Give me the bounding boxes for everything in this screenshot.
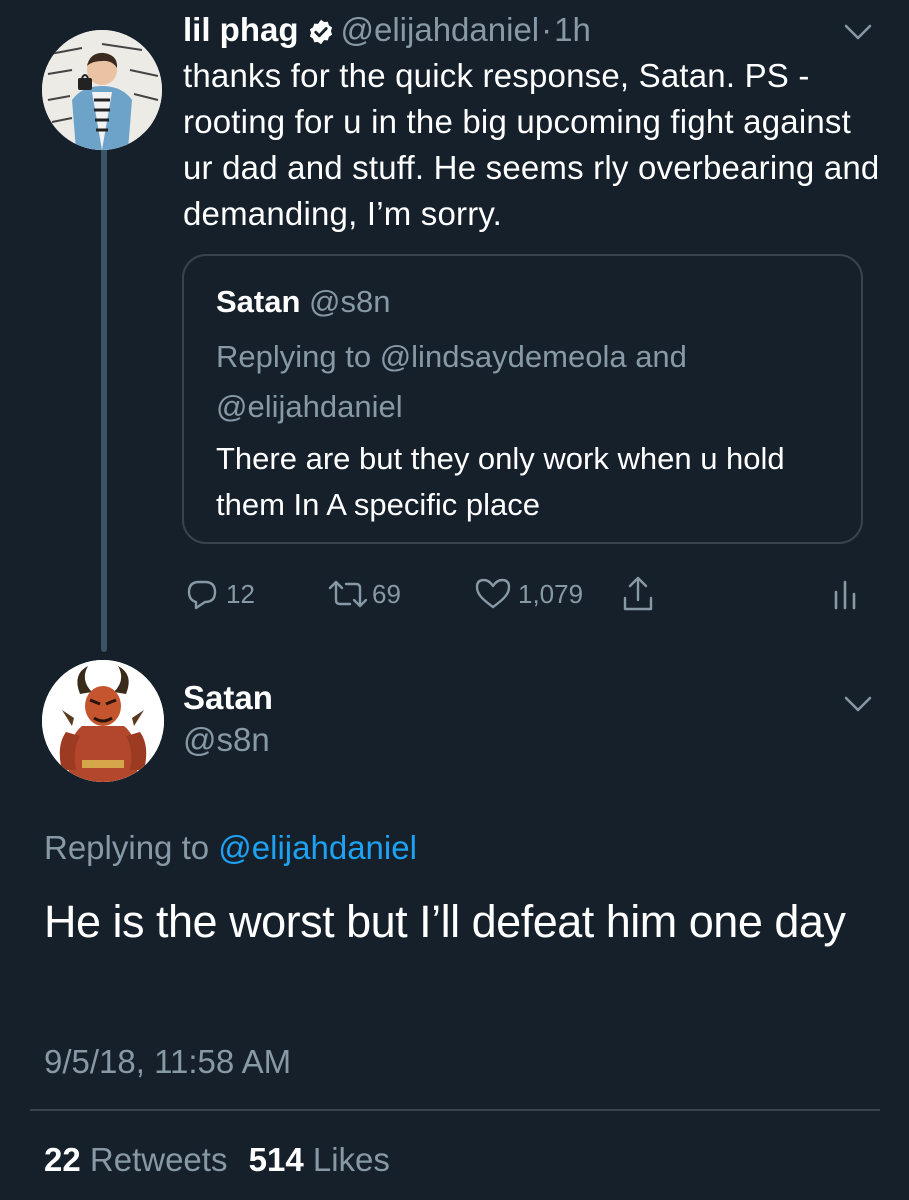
lil-phag-avatar[interactable] xyxy=(42,30,162,150)
quoted-tweet-header: Satan @s8n xyxy=(216,282,391,322)
tweet1-author-name[interactable]: lil phag xyxy=(183,11,299,48)
likes-stat[interactable]: 514 Likes xyxy=(249,1141,390,1178)
tweet2-replying-prefix: Replying to xyxy=(44,829,210,866)
tweet1-chevron-down-icon[interactable] xyxy=(843,22,873,42)
tweet2-replying-to: Replying to @elijahdaniel xyxy=(44,826,417,870)
reply-button[interactable]: 12 xyxy=(184,574,255,614)
retweets-count: 22 xyxy=(44,1141,81,1178)
tweet2-replying-handle-link[interactable]: @elijahdaniel xyxy=(218,829,417,866)
analytics-button[interactable] xyxy=(830,574,860,614)
tweet1-header: lil phag @elijahdaniel·1h xyxy=(183,10,591,55)
tweet1-separator: · xyxy=(541,11,553,48)
quoted-tweet-card[interactable]: Satan @s8n Replying to @lindsaydemeola a… xyxy=(182,254,863,544)
quoted-author-name: Satan xyxy=(216,284,301,319)
retweet-count: 69 xyxy=(372,578,401,609)
like-button[interactable]: 1,079 xyxy=(474,574,583,614)
analytics-icon xyxy=(830,576,860,612)
retweet-icon xyxy=(326,576,370,612)
like-count: 1,079 xyxy=(518,578,584,609)
verified-badge-icon xyxy=(307,15,335,55)
quoted-replying-to: Replying to @lindsaydemeola and @elijahd… xyxy=(216,339,687,424)
retweets-label: Retweets xyxy=(89,1141,228,1178)
retweet-button[interactable]: 69 xyxy=(326,574,401,614)
likes-count: 514 xyxy=(248,1141,304,1178)
thread-connector-line xyxy=(101,142,107,652)
tweet1-handle[interactable]: @elijahdaniel xyxy=(341,11,540,48)
share-button[interactable] xyxy=(620,574,656,614)
likes-label: Likes xyxy=(312,1141,390,1178)
heart-icon xyxy=(474,576,512,612)
tweet2-chevron-down-icon[interactable] xyxy=(843,694,873,714)
tweet2-author-name[interactable]: Satan xyxy=(183,678,273,718)
quoted-author-handle: @s8n xyxy=(309,284,391,319)
reply-count: 12 xyxy=(226,578,255,609)
reply-icon xyxy=(184,576,220,612)
tweet2-author-handle[interactable]: @s8n xyxy=(183,720,270,760)
satan-avatar[interactable] xyxy=(42,660,164,782)
divider xyxy=(30,1109,880,1111)
tweet1-time[interactable]: 1h xyxy=(554,11,591,48)
tweet2-text: He is the worst but I’ll defeat him one … xyxy=(44,896,846,947)
tweet2-engagement-stats: 22 Retweets 514 Likes xyxy=(44,1138,390,1182)
quoted-tweet-text: There are but they only work when u hold… xyxy=(216,441,785,522)
tweet1-text: thanks for the quick response, Satan. PS… xyxy=(183,57,880,232)
retweets-stat[interactable]: 22 Retweets xyxy=(44,1141,227,1178)
share-icon xyxy=(620,574,656,614)
tweet2-timestamp[interactable]: 9/5/18, 11:58 AM xyxy=(44,1040,291,1084)
